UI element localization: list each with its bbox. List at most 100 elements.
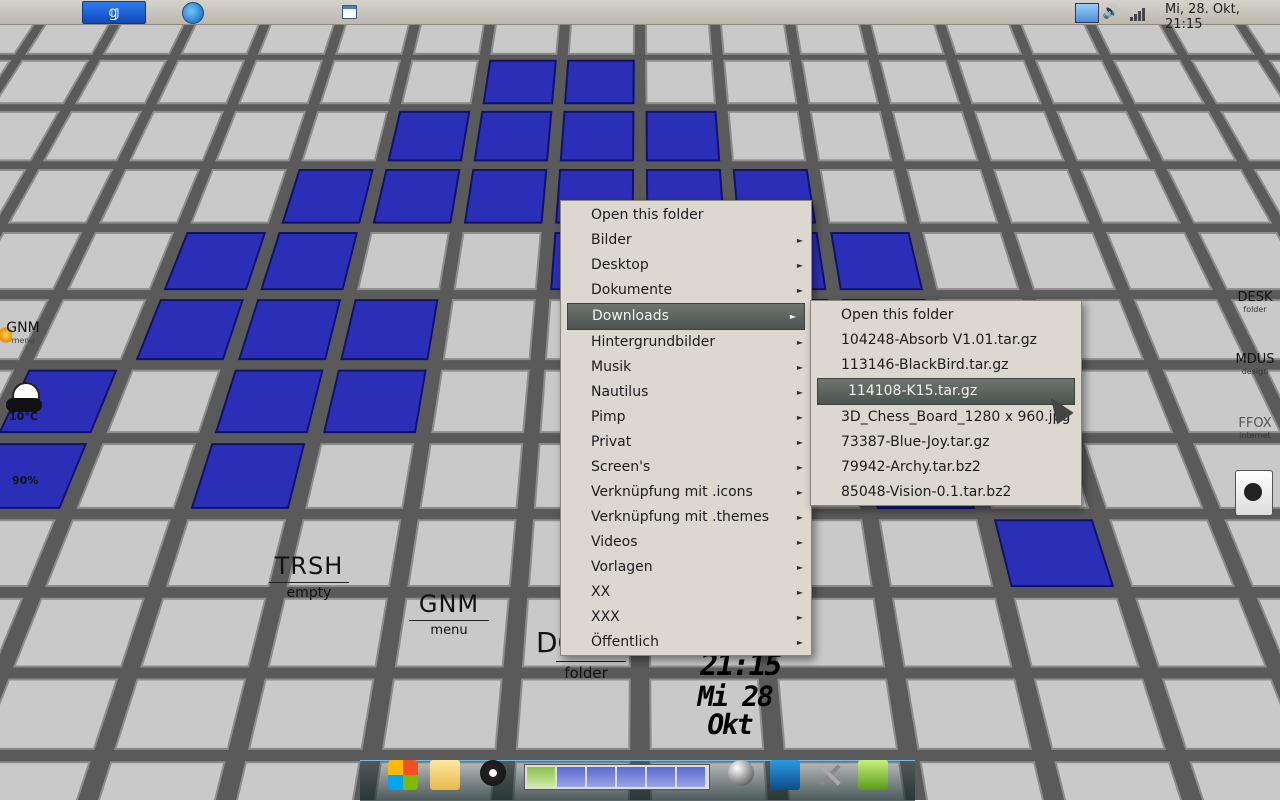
workspace-switcher[interactable] (524, 764, 710, 790)
submenu-item-label: 85048-Vision-0.1.tar.bz2 (841, 484, 1012, 500)
trash-sub: empty (286, 585, 332, 601)
menu-item-label: XX (591, 584, 611, 600)
windows-logo-icon[interactable] (182, 2, 204, 24)
chrome-ball-icon[interactable] (728, 760, 754, 786)
panel-clock[interactable]: Mi, 28. Okt, 21:15 (1165, 2, 1280, 32)
menu-item-label: Musik (591, 359, 632, 375)
submenu-arrow-icon: ► (796, 286, 803, 295)
menu-item[interactable]: Screen's ► (561, 455, 811, 480)
submenu-item[interactable]: 85048-Vision-0.1.tar.bz2 (811, 480, 1081, 505)
video-clapper-icon[interactable] (770, 760, 800, 790)
applications-menu-button[interactable]: 𝕘 (82, 1, 146, 24)
menu-item[interactable]: XXX ► (561, 605, 811, 630)
trash-title: TRSH (274, 552, 344, 580)
volume-icon[interactable]: 🔊 (1102, 3, 1120, 21)
menu-item[interactable]: Downloads ► (567, 303, 805, 330)
submenu-arrow-icon: ► (796, 588, 803, 597)
submenu-item[interactable]: 73387-Blue-Joy.tar.gz (811, 430, 1081, 455)
green-app-icon[interactable] (858, 760, 888, 790)
menu-item[interactable]: Pimp ► (561, 405, 811, 430)
desktop-clock-date: Mi 28 Okt (694, 680, 775, 741)
menu-item[interactable]: Hintergrundbilder ► (561, 330, 811, 355)
submenu-arrow-icon: ► (796, 538, 803, 547)
submenu-arrow-icon: ► (796, 438, 803, 447)
battery-level: 90% (12, 474, 39, 487)
submenu-item[interactable]: Open this folder (811, 303, 1081, 328)
submenu-arrow-icon: ► (796, 388, 803, 397)
menu-item[interactable]: Videos ► (561, 530, 811, 555)
workspace-4[interactable] (617, 767, 645, 787)
trash-launcher[interactable]: TRSH empty (262, 552, 356, 601)
submenu-item-label: 79942-Archy.tar.bz2 (841, 459, 981, 475)
submenu-item[interactable]: 3D_Chess_Board_1280 x 960.jpg (811, 405, 1081, 430)
mdus-sub: design (1241, 367, 1269, 376)
workspace-1[interactable] (527, 767, 555, 787)
windows-start-icon[interactable] (388, 760, 418, 790)
display-settings-icon[interactable] (1075, 3, 1099, 23)
submenu-arrow-icon: ► (796, 261, 803, 270)
mdus-design-launcher[interactable]: MDUS design (1230, 352, 1280, 376)
menu-item[interactable]: Vorlagen ► (561, 555, 811, 580)
folder-context-menu: Open this folder Bilder ► Desktop ► Dokumente… (560, 200, 812, 656)
submenu-item[interactable]: 79942-Archy.tar.bz2 (811, 455, 1081, 480)
mdus-title: MDUS (1235, 352, 1275, 367)
terminal-script-icon[interactable] (1235, 470, 1273, 516)
menu-item[interactable]: Dokumente ► (561, 278, 811, 303)
gnm-launcher-center[interactable]: GNM menu (402, 590, 496, 638)
gnome-foot-icon: 𝕘 (108, 3, 120, 21)
menu-item[interactable]: Bilder ► (561, 228, 811, 253)
menu-item-label: Bilder (591, 232, 632, 248)
gnm-launcher-left[interactable]: GNM menu (0, 320, 46, 345)
submenu-item-label: 114108-K15.tar.gz (848, 383, 978, 399)
menu-item-label: Screen's (591, 459, 651, 475)
menu-item-label: Hintergrundbilder (591, 334, 716, 350)
gnm-left-sub: menu (11, 336, 35, 345)
menu-item-label: Downloads (592, 308, 669, 324)
workspace-6[interactable] (677, 767, 705, 787)
menu-item-label: Open this folder (591, 207, 704, 223)
show-desktop-icon[interactable] (342, 5, 357, 19)
desk-sub: folder (1243, 305, 1267, 314)
desk-folder-launcher[interactable]: DESK folder (1230, 290, 1280, 314)
workspace-3[interactable] (587, 767, 615, 787)
submenu-item[interactable]: 114108-K15.tar.gz (817, 378, 1075, 405)
submenu-item-label: 104248-Absorb V1.01.tar.gz (841, 332, 1038, 348)
submenu-item-label: Open this folder (841, 307, 954, 323)
weather-temperature: 10°C (9, 410, 38, 423)
menu-item[interactable]: Musik ► (561, 355, 811, 380)
menu-item[interactable]: Verknüpfung mit .icons ► (561, 480, 811, 505)
menu-item[interactable]: Verknüpfung mit .themes ► (561, 505, 811, 530)
submenu-arrow-icon: ► (796, 463, 803, 472)
ffox-internet-launcher[interactable]: FFOX internet (1230, 416, 1280, 440)
tools-icon[interactable] (815, 760, 845, 790)
music-player-icon[interactable] (480, 760, 506, 786)
menu-item[interactable]: Desktop ► (561, 253, 811, 278)
menu-item-label: Videos (591, 534, 638, 550)
desktop-clock: 21:15 Mi 28 Okt (672, 648, 798, 741)
menu-item[interactable]: Öffentlich ► (561, 630, 811, 655)
menu-item[interactable]: Open this folder (561, 203, 811, 228)
menu-item-label: Verknüpfung mit .icons (591, 484, 753, 500)
submenu-arrow-icon: ► (796, 338, 803, 347)
workspace-5[interactable] (647, 767, 675, 787)
gnm-center-sub: menu (430, 623, 468, 638)
submenu-item[interactable]: 104248-Absorb V1.01.tar.gz (811, 328, 1081, 353)
submenu-arrow-icon: ► (796, 638, 803, 647)
menu-item-label: Nautilus (591, 384, 649, 400)
gnm-left-title: GNM (6, 320, 40, 336)
desk-title: DESK (1237, 290, 1273, 305)
submenu-arrow-icon: ► (796, 563, 803, 572)
menu-item-label: XXX (591, 609, 620, 625)
network-signal-icon[interactable] (1130, 3, 1148, 21)
menu-item[interactable]: Privat ► (561, 430, 811, 455)
top-panel: 𝕘 🔊 Mi, 28. Okt, 21:15 (0, 0, 1280, 32)
workspace-2[interactable] (557, 767, 585, 787)
submenu-arrow-icon: ► (796, 513, 803, 522)
submenu-arrow-icon: ► (789, 312, 796, 321)
menu-item[interactable]: XX ► (561, 580, 811, 605)
menu-item[interactable]: Nautilus ► (561, 380, 811, 405)
submenu-arrow-icon: ► (796, 613, 803, 622)
folder-icon[interactable] (430, 760, 460, 790)
submenu-arrow-icon: ► (796, 488, 803, 497)
submenu-item[interactable]: 113146-BlackBird.tar.gz (811, 353, 1081, 378)
